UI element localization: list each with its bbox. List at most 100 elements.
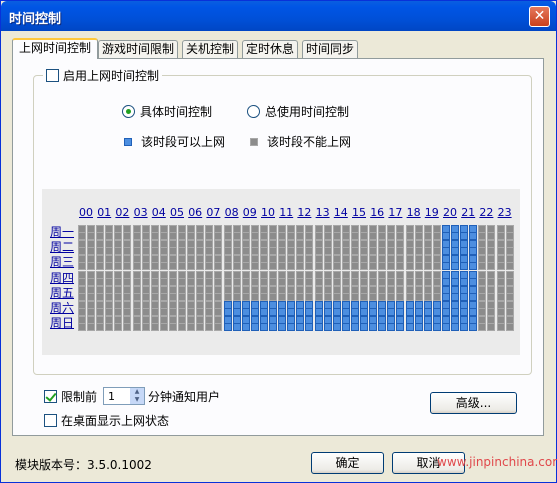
schedule-cell[interactable]: [469, 262, 478, 271]
schedule-cell[interactable]: [150, 308, 159, 316]
schedule-cell[interactable]: [123, 247, 132, 256]
schedule-cell[interactable]: [250, 323, 259, 332]
schedule-cell[interactable]: [223, 323, 232, 332]
schedule-cell[interactable]: [351, 308, 359, 316]
schedule-cell[interactable]: [332, 277, 341, 286]
schedule-cell[interactable]: [178, 232, 186, 240]
schedule-cell[interactable]: [369, 277, 378, 286]
schedule-cell[interactable]: [141, 262, 150, 271]
schedule-cell[interactable]: [414, 262, 423, 271]
schedule-cell[interactable]: [241, 292, 250, 301]
close-button[interactable]: ✕: [529, 6, 550, 27]
schedule-cell[interactable]: [378, 232, 387, 240]
schedule-cell[interactable]: [305, 232, 314, 240]
schedule-cell[interactable]: [314, 232, 323, 240]
schedule-cell[interactable]: [405, 247, 414, 256]
schedule-cell[interactable]: [314, 247, 323, 256]
schedule-cell[interactable]: [314, 292, 323, 301]
schedule-cell[interactable]: [323, 247, 332, 256]
schedule-cell[interactable]: [287, 247, 296, 256]
schedule-cell[interactable]: [396, 292, 405, 301]
schedule-cell[interactable]: [314, 262, 323, 271]
schedule-cell[interactable]: [87, 292, 95, 301]
schedule-cell[interactable]: [196, 277, 205, 286]
schedule-cell[interactable]: [305, 292, 314, 301]
schedule-cell[interactable]: [250, 277, 259, 286]
schedule-cell[interactable]: [341, 323, 350, 332]
schedule-cell[interactable]: [114, 292, 123, 301]
schedule-cell[interactable]: [269, 277, 277, 286]
schedule-cell[interactable]: [169, 262, 177, 271]
hour-label-11[interactable]: 11: [278, 207, 294, 219]
schedule-cell[interactable]: [405, 232, 414, 240]
schedule-cell[interactable]: [205, 323, 214, 332]
hour-label-12[interactable]: 12: [296, 207, 312, 219]
schedule-cell[interactable]: [414, 308, 423, 316]
schedule-cell[interactable]: [487, 308, 496, 316]
day-label-5[interactable]: 周六: [50, 302, 74, 315]
schedule-cell[interactable]: [223, 262, 232, 271]
notify-minutes-spinner[interactable]: 1 ▲ ▼: [103, 387, 145, 405]
schedule-cell[interactable]: [387, 262, 396, 271]
schedule-cell[interactable]: [469, 232, 478, 240]
schedule-cell[interactable]: [169, 277, 177, 286]
schedule-cell[interactable]: [296, 323, 305, 332]
schedule-cell[interactable]: [351, 262, 359, 271]
hour-label-14[interactable]: 14: [333, 207, 349, 219]
schedule-cell[interactable]: [87, 308, 95, 316]
schedule-cell[interactable]: [423, 262, 432, 271]
schedule-cell[interactable]: [296, 308, 305, 316]
schedule-cell[interactable]: [305, 247, 314, 256]
schedule-cell[interactable]: [114, 323, 123, 332]
schedule-cell[interactable]: [114, 308, 123, 316]
schedule-cell[interactable]: [278, 277, 287, 286]
hour-label-02[interactable]: 02: [114, 207, 130, 219]
hour-label-04[interactable]: 04: [151, 207, 167, 219]
schedule-cell[interactable]: [432, 232, 441, 240]
schedule-cell[interactable]: [305, 323, 314, 332]
schedule-cell[interactable]: [78, 247, 86, 256]
schedule-cell[interactable]: [278, 292, 287, 301]
schedule-cell[interactable]: [241, 277, 250, 286]
schedule-cell[interactable]: [214, 262, 223, 271]
schedule-cell[interactable]: [159, 323, 168, 332]
schedule-cell[interactable]: [278, 308, 287, 316]
spin-up-icon[interactable]: ▲: [130, 388, 144, 396]
mode-specific-radio-dot[interactable]: [122, 105, 135, 118]
schedule-cell[interactable]: [159, 277, 168, 286]
schedule-cell[interactable]: [314, 323, 323, 332]
schedule-cell[interactable]: [432, 277, 441, 286]
desktop-status-checkbox-box[interactable]: [44, 414, 57, 427]
schedule-cell[interactable]: [205, 262, 214, 271]
schedule-cell[interactable]: [505, 262, 514, 271]
schedule-cell[interactable]: [305, 277, 314, 286]
schedule-cell[interactable]: [287, 292, 296, 301]
schedule-cell[interactable]: [414, 323, 423, 332]
schedule-cell[interactable]: [487, 232, 496, 240]
schedule-cell[interactable]: [460, 262, 469, 271]
notify-checkbox-box[interactable]: [44, 390, 57, 403]
schedule-cell[interactable]: [487, 247, 496, 256]
schedule-cell[interactable]: [169, 308, 177, 316]
schedule-cell[interactable]: [205, 308, 214, 316]
schedule-cell[interactable]: [414, 247, 423, 256]
schedule-cell[interactable]: [159, 247, 168, 256]
hour-label-16[interactable]: 16: [369, 207, 385, 219]
schedule-cell[interactable]: [169, 323, 177, 332]
schedule-cell[interactable]: [187, 247, 196, 256]
hour-label-06[interactable]: 06: [187, 207, 203, 219]
schedule-cell[interactable]: [260, 323, 268, 332]
schedule-cell[interactable]: [214, 277, 223, 286]
schedule-cell[interactable]: [341, 277, 350, 286]
hour-label-17[interactable]: 17: [387, 207, 403, 219]
schedule-cell[interactable]: [387, 323, 396, 332]
schedule-cell[interactable]: [278, 247, 287, 256]
schedule-cell[interactable]: [360, 308, 368, 316]
schedule-cell[interactable]: [387, 308, 396, 316]
schedule-cell[interactable]: [123, 292, 132, 301]
tab-internet-time[interactable]: 上网时间控制: [12, 38, 98, 59]
schedule-cell[interactable]: [341, 247, 350, 256]
schedule-cell[interactable]: [205, 277, 214, 286]
schedule-cell[interactable]: [287, 262, 296, 271]
day-label-1[interactable]: 周二: [50, 241, 74, 254]
